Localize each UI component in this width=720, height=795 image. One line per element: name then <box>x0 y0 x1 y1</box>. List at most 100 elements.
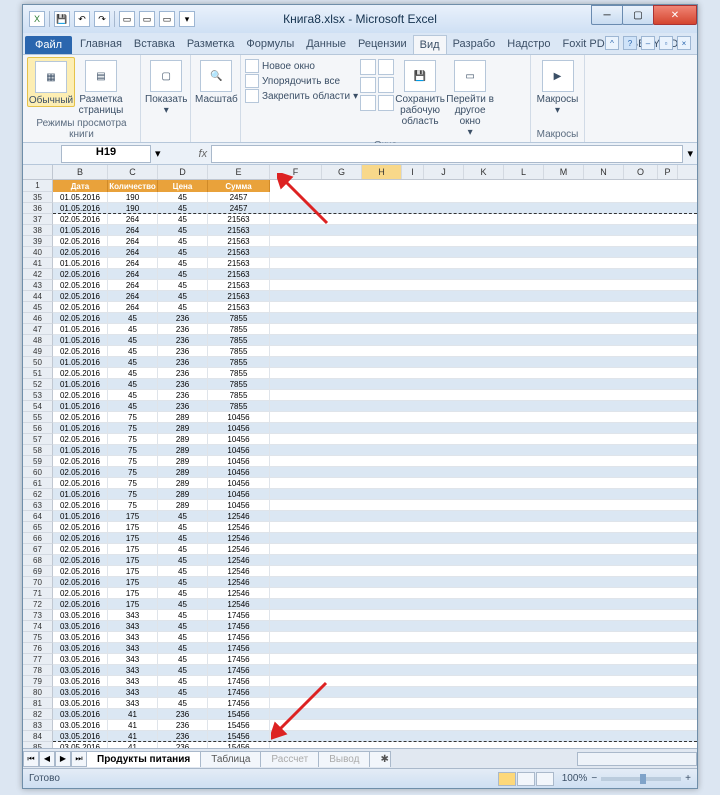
data-cell[interactable]: 45 <box>158 247 208 257</box>
data-cell[interactable]: 289 <box>158 478 208 488</box>
data-cell[interactable]: 03.05.2016 <box>53 709 108 719</box>
data-cell[interactable]: 17456 <box>208 632 270 642</box>
data-cell[interactable]: 12546 <box>208 522 270 532</box>
data-cell[interactable]: 289 <box>158 445 208 455</box>
row-header[interactable]: 49 <box>23 346 53 357</box>
data-cell[interactable]: 01.05.2016 <box>53 192 108 202</box>
data-cell[interactable]: 190 <box>108 203 158 213</box>
data-cell[interactable]: 45 <box>158 302 208 312</box>
ribbon-tab[interactable]: Главная <box>74 35 128 54</box>
data-cell[interactable]: 45 <box>158 522 208 532</box>
row-header[interactable]: 75 <box>23 632 53 643</box>
data-cell[interactable]: 17456 <box>208 643 270 653</box>
arrange-all-button[interactable]: Упорядочить все <box>245 74 358 88</box>
show-button[interactable]: ▢Показать▾ <box>145 57 188 116</box>
data-cell[interactable]: 01.05.2016 <box>53 445 108 455</box>
data-cell[interactable]: 289 <box>158 500 208 510</box>
data-cell[interactable]: 45 <box>158 599 208 609</box>
data-cell[interactable]: 10456 <box>208 456 270 466</box>
row-header[interactable]: 46 <box>23 313 53 324</box>
doc-close-icon[interactable]: × <box>677 36 691 50</box>
ribbon-tab[interactable]: Данные <box>300 35 352 54</box>
data-cell[interactable]: 17456 <box>208 676 270 686</box>
data-cell[interactable]: 264 <box>108 236 158 246</box>
data-cell[interactable]: 01.05.2016 <box>53 423 108 433</box>
data-cell[interactable]: 02.05.2016 <box>53 566 108 576</box>
column-header[interactable]: P <box>658 165 678 179</box>
data-cell[interactable]: 41 <box>108 720 158 730</box>
data-cell[interactable]: 343 <box>108 665 158 675</box>
row-header[interactable]: 76 <box>23 643 53 654</box>
data-cell[interactable]: 15456 <box>208 731 270 741</box>
data-cell[interactable]: 264 <box>108 280 158 290</box>
data-cell[interactable]: 02.05.2016 <box>53 390 108 400</box>
data-cell[interactable]: 21563 <box>208 269 270 279</box>
row-header[interactable]: 64 <box>23 511 53 522</box>
row-header[interactable]: 69 <box>23 566 53 577</box>
row-header[interactable]: 38 <box>23 225 53 236</box>
row-header[interactable]: 40 <box>23 247 53 258</box>
data-cell[interactable]: 01.05.2016 <box>53 225 108 235</box>
row-header[interactable]: 35 <box>23 192 53 203</box>
data-cell[interactable]: 45 <box>158 192 208 202</box>
row-header[interactable]: 52 <box>23 379 53 390</box>
row-header[interactable]: 41 <box>23 258 53 269</box>
doc-min-icon[interactable]: – <box>641 36 655 50</box>
data-cell[interactable]: 45 <box>108 324 158 334</box>
save-workspace-button[interactable]: 💾Сохранить рабочую область <box>396 57 444 127</box>
sheet-last-button[interactable]: ⏭ <box>71 751 87 767</box>
qat-icon[interactable]: ▭ <box>139 11 155 27</box>
data-cell[interactable]: 45 <box>108 379 158 389</box>
row-header[interactable]: 79 <box>23 676 53 687</box>
data-cell[interactable]: 175 <box>108 511 158 521</box>
data-cell[interactable]: 03.05.2016 <box>53 742 108 748</box>
data-cell[interactable]: 41 <box>108 742 158 748</box>
data-cell[interactable]: 45 <box>158 291 208 301</box>
data-cell[interactable]: 75 <box>108 478 158 488</box>
sync-icon[interactable] <box>378 59 394 75</box>
data-cell[interactable]: 236 <box>158 390 208 400</box>
row-header[interactable]: 61 <box>23 478 53 489</box>
data-cell[interactable]: 2457 <box>208 203 270 213</box>
row-header[interactable]: 51 <box>23 368 53 379</box>
data-cell[interactable]: 289 <box>158 434 208 444</box>
data-cell[interactable]: 75 <box>108 456 158 466</box>
data-cell[interactable]: 01.05.2016 <box>53 258 108 268</box>
data-cell[interactable]: 264 <box>108 225 158 235</box>
data-cell[interactable]: 02.05.2016 <box>53 500 108 510</box>
data-cell[interactable]: 02.05.2016 <box>53 599 108 609</box>
data-cell[interactable]: 190 <box>108 192 158 202</box>
row-header[interactable]: 57 <box>23 434 53 445</box>
row-header[interactable]: 48 <box>23 335 53 346</box>
data-cell[interactable]: 02.05.2016 <box>53 434 108 444</box>
data-cell[interactable]: 45 <box>158 698 208 708</box>
split-icon[interactable] <box>360 59 376 75</box>
data-cell[interactable]: 01.05.2016 <box>53 324 108 334</box>
column-header[interactable]: D <box>158 165 208 179</box>
data-cell[interactable]: 7855 <box>208 368 270 378</box>
row-header[interactable]: 85 <box>23 742 53 748</box>
data-cell[interactable]: 45 <box>108 313 158 323</box>
column-header[interactable]: H <box>362 165 402 179</box>
freeze-panes-button[interactable]: Закрепить области ▾ <box>245 89 358 103</box>
data-cell[interactable]: 45 <box>158 632 208 642</box>
ribbon-min-icon[interactable]: ^ <box>605 36 619 50</box>
data-cell[interactable]: 12546 <box>208 555 270 565</box>
data-cell[interactable]: 45 <box>158 236 208 246</box>
hide-icon[interactable] <box>360 77 376 93</box>
data-cell[interactable]: 01.05.2016 <box>53 357 108 367</box>
data-cell[interactable]: 75 <box>108 412 158 422</box>
row-header[interactable]: 43 <box>23 280 53 291</box>
data-cell[interactable]: 17456 <box>208 654 270 664</box>
data-cell[interactable]: 75 <box>108 467 158 477</box>
data-cell[interactable]: 02.05.2016 <box>53 302 108 312</box>
data-cell[interactable]: 175 <box>108 588 158 598</box>
data-cell[interactable]: 01.05.2016 <box>53 379 108 389</box>
data-cell[interactable]: 21563 <box>208 258 270 268</box>
data-cell[interactable]: 03.05.2016 <box>53 643 108 653</box>
data-cell[interactable]: 45 <box>158 621 208 631</box>
column-header[interactable]: N <box>584 165 624 179</box>
data-cell[interactable]: 10456 <box>208 489 270 499</box>
data-cell[interactable]: 02.05.2016 <box>53 544 108 554</box>
new-sheet-button[interactable]: ✱ <box>369 751 391 767</box>
